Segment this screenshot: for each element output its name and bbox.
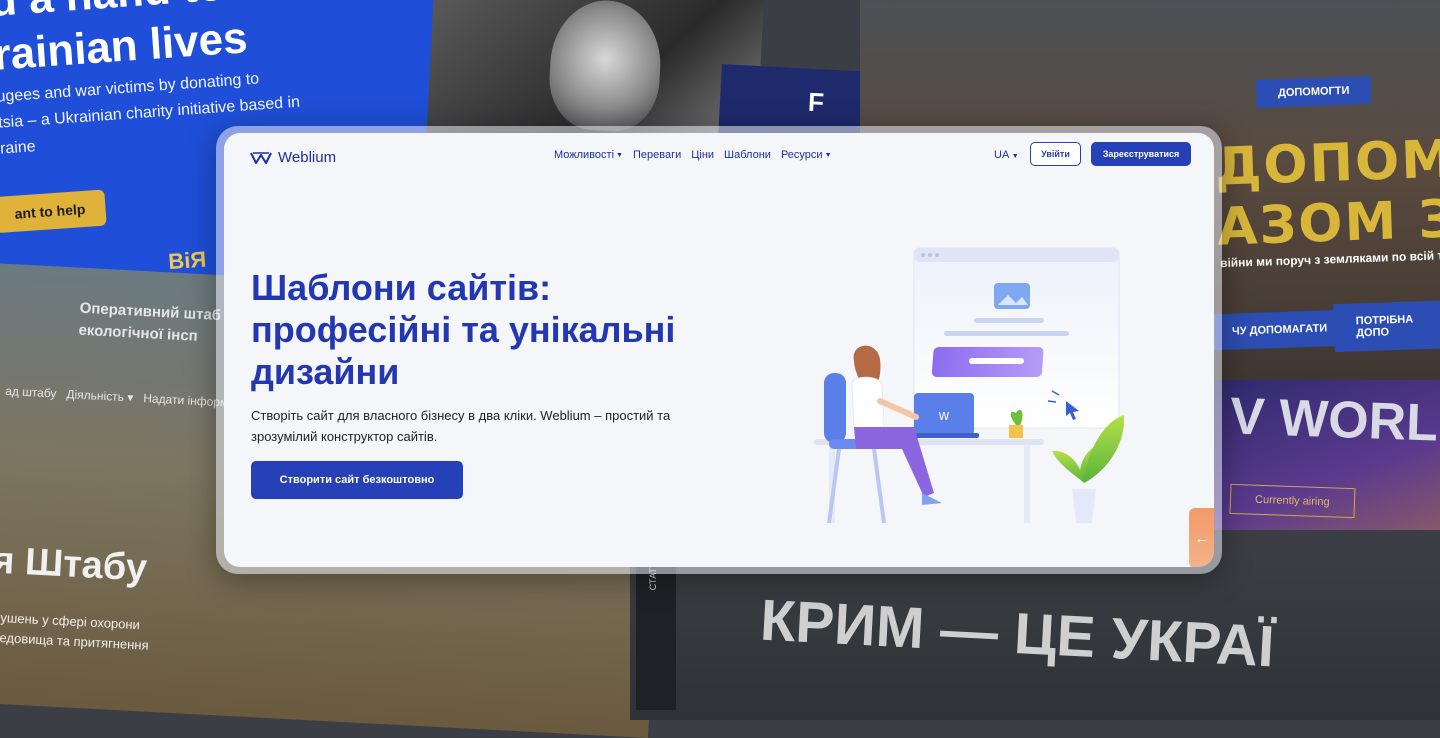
nav-item-templates[interactable]: Шаблони bbox=[724, 149, 771, 161]
bg-crimea-headline: КРИМ — ЦЕ УКРАЇ bbox=[758, 587, 1276, 680]
nav-item-resources[interactable]: Ресурси ▼ bbox=[781, 149, 832, 161]
bg-world-label: Currently airing bbox=[1229, 483, 1356, 519]
language-label: UA bbox=[994, 149, 1009, 161]
weblium-logo-icon bbox=[250, 151, 272, 164]
hero-title: Шаблони сайтів: професійні та унікальні … bbox=[251, 267, 676, 392]
register-button[interactable]: Зареєструватися bbox=[1091, 142, 1191, 166]
nav-item-prices[interactable]: Ціни bbox=[691, 149, 714, 161]
main-nav: Можливості ▼ Переваги Ціни Шаблони Ресурс… bbox=[554, 149, 832, 161]
hero-subtitle: Створіть сайт для власного бізнесу в два… bbox=[251, 408, 671, 444]
bg-crowd-button-left: ЧУ ДОПОМАГАТИ bbox=[1209, 309, 1350, 351]
svg-text:W: W bbox=[939, 410, 950, 423]
login-button[interactable]: Увійти bbox=[1030, 142, 1081, 166]
bg-field-desc: рушень у сфері охорони редовища та притя… bbox=[0, 609, 149, 653]
nav-item-features[interactable]: Можливості ▼ bbox=[554, 149, 623, 161]
image-icon bbox=[994, 283, 1030, 309]
bg-help-button: ДОПОМОГТИ bbox=[1255, 75, 1372, 109]
plant-pot bbox=[1072, 489, 1096, 523]
chair bbox=[824, 373, 846, 443]
weblium-page: Weblium Можливості ▼ Переваги Ціни Шаблон… bbox=[224, 133, 1214, 567]
language-selector[interactable]: UA ▼ bbox=[994, 149, 1019, 161]
nav-label: Переваги bbox=[632, 149, 682, 161]
arrow-left-icon[interactable]: ← bbox=[1189, 508, 1214, 567]
nav-label: Шаблони bbox=[724, 149, 771, 161]
bg-crowd-button-right: ПОТРІБНА ДОПО bbox=[1333, 299, 1440, 353]
caret-down-icon: ▼ bbox=[824, 151, 832, 159]
browser-window: Weblium Можливості ▼ Переваги Ціни Шаблон… bbox=[216, 126, 1222, 574]
caret-down-icon: ▼ bbox=[1011, 153, 1019, 160]
logo-text: Weblium bbox=[278, 149, 337, 166]
create-site-button[interactable]: Створити сайт безкоштовно bbox=[251, 461, 463, 499]
caret-down-icon: ▼ bbox=[616, 151, 623, 159]
nav-label: Ціни bbox=[691, 149, 715, 161]
nav-item-advantages[interactable]: Переваги bbox=[633, 149, 681, 161]
logo[interactable]: Weblium bbox=[250, 149, 336, 166]
background-crimea: КРИМ — ЦЕ УКРАЇ bbox=[630, 560, 1440, 720]
hero-illustration: W bbox=[814, 247, 1124, 523]
nav-label: Можливості bbox=[554, 149, 615, 161]
bg-blue-button: ant to help bbox=[0, 189, 107, 234]
bg-world-headline: V WORL bbox=[1229, 387, 1439, 453]
bg-crowd-headline: ДОПОМОЖЕМ АЗОМ З ВАМ bbox=[1214, 122, 1440, 258]
bg-field-nav: ад штабу Діяльність ▾ Надати інформа bbox=[4, 383, 236, 410]
bg-logo-text: ВіЯ bbox=[167, 246, 207, 275]
bg-field-big: я Штабу bbox=[0, 539, 149, 590]
bg-tag-text: F bbox=[807, 86, 825, 118]
background-world: V WORL Currently airing bbox=[1200, 380, 1440, 530]
girl-face bbox=[546, 0, 664, 134]
nav-label: Ресурси bbox=[780, 149, 823, 161]
